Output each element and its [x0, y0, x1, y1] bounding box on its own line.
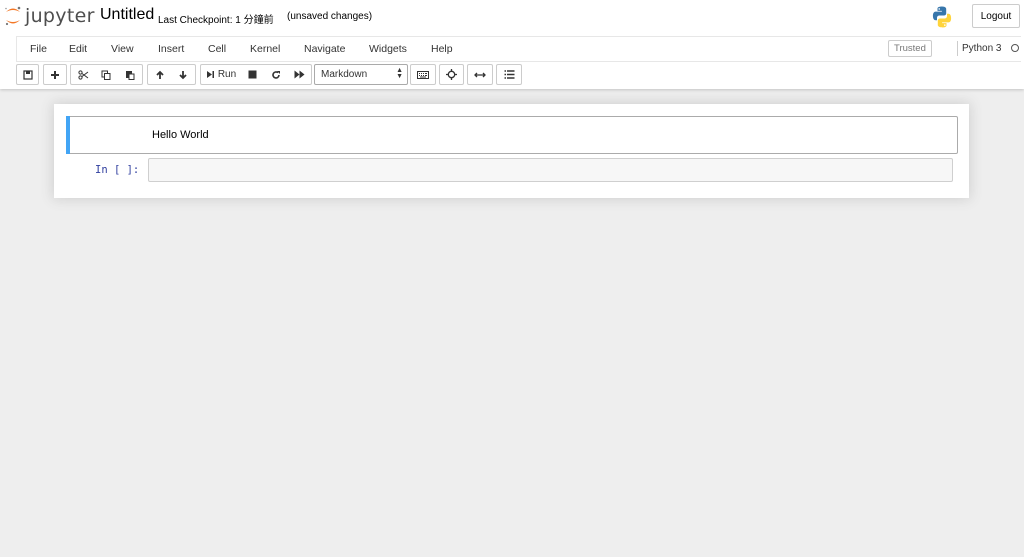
insert-cell-button[interactable] — [43, 64, 67, 85]
trusted-indicator[interactable]: Trusted — [888, 40, 932, 57]
select-arrows-icon: ▲ ▼ — [396, 67, 403, 80]
input-prompt: In [ ]: — [95, 164, 140, 176]
copy-button[interactable] — [94, 64, 119, 85]
kernel-idle-icon — [1011, 44, 1019, 52]
header: jupyter Untitled Last Checkpoint: 1 分鐘前 … — [0, 0, 1024, 89]
plus-icon — [51, 70, 59, 79]
save-icon — [22, 69, 33, 80]
markdown-rendered-text: Hello World — [152, 129, 209, 141]
menubar: File Edit View Insert Cell Kernel Naviga… — [16, 36, 1021, 62]
run-label: Run — [217, 69, 237, 80]
menu-navigate[interactable]: Navigate — [304, 43, 345, 55]
notebook-name[interactable]: Untitled — [100, 6, 154, 24]
arrows-h-button[interactable] — [467, 64, 493, 85]
move-up-button[interactable] — [147, 64, 173, 85]
menu-file[interactable]: File — [30, 43, 47, 55]
checkpoint-status: Last Checkpoint: 1 分鐘前 — [158, 15, 274, 26]
command-palette-button[interactable] — [410, 64, 436, 85]
code-cell-input[interactable] — [148, 158, 953, 182]
keyboard-icon — [417, 70, 429, 79]
paste-icon — [126, 70, 135, 80]
menu-kernel[interactable]: Kernel — [250, 43, 280, 55]
run-button[interactable]: Run — [200, 64, 242, 85]
menu-widgets[interactable]: Widgets — [369, 43, 407, 55]
jupyter-logo[interactable]: jupyter — [4, 4, 95, 28]
fast-forward-icon — [294, 70, 304, 79]
cut-button[interactable] — [70, 64, 96, 85]
menu-help[interactable]: Help — [431, 43, 453, 55]
restart-kernel-button[interactable] — [264, 64, 288, 85]
notebook-container: Hello World In [ ]: — [54, 104, 969, 198]
list-icon — [504, 70, 514, 79]
menu-edit[interactable]: Edit — [69, 43, 87, 55]
cut-icon — [77, 69, 88, 80]
selected-cell-indicator — [66, 116, 70, 154]
arrows-h-icon — [474, 72, 486, 77]
stop-icon — [248, 70, 256, 79]
paste-button[interactable] — [118, 64, 143, 85]
cell-type-select[interactable]: Markdown ▲ ▼ — [314, 64, 408, 85]
save-button[interactable] — [16, 64, 39, 85]
move-down-button[interactable] — [171, 64, 196, 85]
menu-view[interactable]: View — [111, 43, 134, 55]
menu-insert[interactable]: Insert — [158, 43, 184, 55]
list-button[interactable] — [496, 64, 522, 85]
autosave-status: (unsaved changes) — [287, 11, 373, 22]
restart-icon — [271, 70, 280, 79]
python-logo-icon — [930, 5, 954, 34]
crosshair-icon — [446, 69, 457, 80]
kernel-divider — [957, 41, 958, 56]
logout-button[interactable]: Logout — [972, 4, 1020, 28]
interrupt-button[interactable] — [240, 64, 265, 85]
restart-run-all-button[interactable] — [287, 64, 312, 85]
menu-cell[interactable]: Cell — [208, 43, 226, 55]
crosshair-button[interactable] — [439, 64, 464, 85]
arrow-down-icon — [179, 70, 187, 79]
run-icon — [206, 71, 214, 78]
markdown-cell[interactable]: Hello World — [66, 116, 958, 154]
logo-text: jupyter — [25, 5, 95, 27]
arrow-up-icon — [156, 70, 164, 79]
jupyter-logo-icon — [5, 6, 21, 26]
kernel-name: Python 3 — [962, 43, 1002, 54]
copy-icon — [101, 70, 111, 80]
cell-type-value: Markdown — [321, 69, 368, 80]
